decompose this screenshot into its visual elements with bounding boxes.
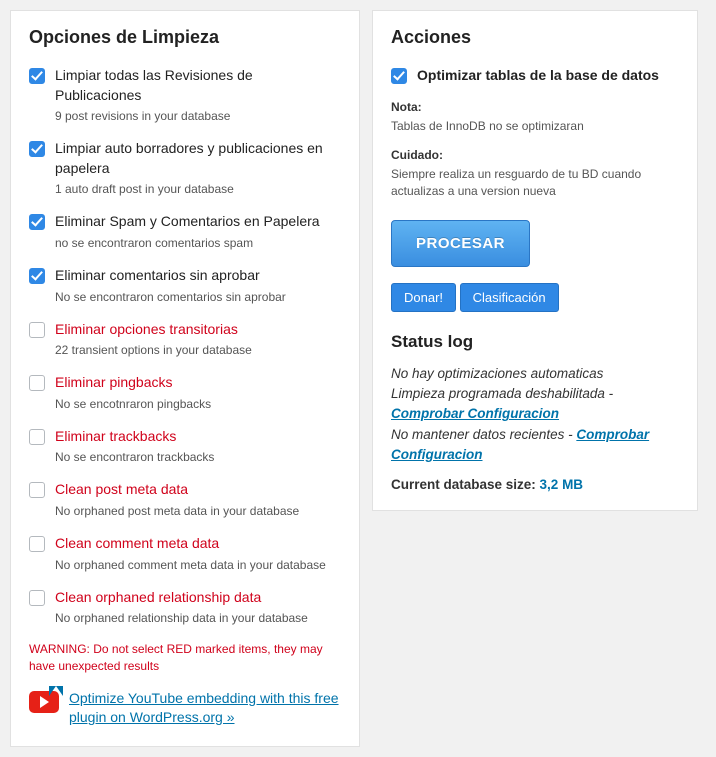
note-label: Nota: <box>391 100 679 114</box>
cleanup-option-text: Eliminar Spam y Comentarios en Papelera <box>55 212 320 232</box>
process-button[interactable]: PROCESAR <box>391 220 530 267</box>
status-log-title: Status log <box>391 332 679 352</box>
cleanup-option-checkbox[interactable] <box>29 141 45 157</box>
cleanup-option-label[interactable]: Eliminar comentarios sin aprobar <box>29 266 341 286</box>
cleanup-option-label[interactable]: Eliminar opciones transitorias <box>29 320 341 340</box>
cleanup-option-text: Eliminar opciones transitorias <box>55 320 238 340</box>
cleanup-option: Clean orphaned relationship data No orpha… <box>29 588 341 626</box>
cleanup-option-checkbox[interactable] <box>29 322 45 338</box>
promo-row: Optimize YouTube embedding with this fre… <box>29 689 341 728</box>
cleanup-option-checkbox[interactable] <box>29 536 45 552</box>
status-line-1: No hay optimizaciones automaticas <box>391 364 679 384</box>
youtube-icon <box>29 691 59 713</box>
donate-button[interactable]: Donar! <box>391 283 456 312</box>
cleanup-option: Eliminar Spam y Comentarios en Papelera n… <box>29 212 341 250</box>
caution-text: Siempre realiza un resguardo de tu BD cu… <box>391 166 679 200</box>
cleanup-option-label[interactable]: Clean comment meta data <box>29 534 341 554</box>
cleanup-option-desc: 22 transient options in your database <box>55 343 341 357</box>
cleanup-option: Eliminar pingbacks No se encotnraron ping… <box>29 373 341 411</box>
cleanup-option-checkbox[interactable] <box>29 482 45 498</box>
cleanup-option-desc: no se encontraron comentarios spam <box>55 236 341 250</box>
cleanup-option-desc: 9 post revisions in your database <box>55 109 341 123</box>
cleanup-option-checkbox[interactable] <box>29 429 45 445</box>
status-line-3: No mantener datos recientes - Comprobar … <box>391 425 679 466</box>
cleanup-option-label[interactable]: Limpiar todas las Revisiones de Publicac… <box>29 66 341 105</box>
cleanup-option-label[interactable]: Clean orphaned relationship data <box>29 588 341 608</box>
red-warning: WARNING: Do not select RED marked items,… <box>29 641 341 675</box>
cleanup-option: Eliminar comentarios sin aprobar No se en… <box>29 266 341 304</box>
cleanup-option: Limpiar auto borradores y publicaciones … <box>29 139 341 196</box>
cleanup-option-label[interactable]: Limpiar auto borradores y publicaciones … <box>29 139 341 178</box>
cleanup-option-text: Clean post meta data <box>55 480 188 500</box>
optimize-tables-label: Optimizar tablas de la base de datos <box>417 66 659 86</box>
cleanup-option: Clean post meta data No orphaned post met… <box>29 480 341 518</box>
cleanup-options-panel: Opciones de Limpieza Limpiar todas las R… <box>10 10 360 747</box>
cleanup-option: Clean comment meta data No orphaned comme… <box>29 534 341 572</box>
cleanup-option-text: Limpiar auto borradores y publicaciones … <box>55 139 341 178</box>
optimize-tables-checkbox[interactable] <box>391 68 407 84</box>
cleanup-option-text: Clean comment meta data <box>55 534 219 554</box>
cleanup-option-label[interactable]: Clean post meta data <box>29 480 341 500</box>
cleanup-option-label[interactable]: Eliminar Spam y Comentarios en Papelera <box>29 212 341 232</box>
actions-panel: Acciones Optimizar tablas de la base de … <box>372 10 698 511</box>
promo-link[interactable]: Optimize YouTube embedding with this fre… <box>69 689 341 728</box>
status-line-2: Limpieza programada deshabilitada - Comp… <box>391 384 679 425</box>
db-size-row: Current database size: 3,2 MB <box>391 477 679 492</box>
cleanup-option-desc: 1 auto draft post in your database <box>55 182 341 196</box>
cleanup-option-desc: No se encontraron comentarios sin aproba… <box>55 290 341 304</box>
optimize-tables-option[interactable]: Optimizar tablas de la base de datos <box>391 66 679 86</box>
cleanup-option-checkbox[interactable] <box>29 68 45 84</box>
cleanup-option-checkbox[interactable] <box>29 214 45 230</box>
cleanup-option-desc: No orphaned comment meta data in your da… <box>55 558 341 572</box>
cleanup-option-desc: No se encotnraron pingbacks <box>55 397 341 411</box>
cleanup-option-text: Clean orphaned relationship data <box>55 588 261 608</box>
cleanup-option-checkbox[interactable] <box>29 375 45 391</box>
check-config-link-1[interactable]: Comprobar Configuracion <box>391 406 559 421</box>
cleanup-option-label[interactable]: Eliminar trackbacks <box>29 427 341 447</box>
cleanup-option: Limpiar todas las Revisiones de Publicac… <box>29 66 341 123</box>
cleanup-option-text: Eliminar comentarios sin aprobar <box>55 266 260 286</box>
rating-button[interactable]: Clasificación <box>460 283 559 312</box>
cleanup-title: Opciones de Limpieza <box>29 27 341 48</box>
cleanup-option-desc: No orphaned relationship data in your da… <box>55 611 341 625</box>
cleanup-option-label[interactable]: Eliminar pingbacks <box>29 373 341 393</box>
cleanup-option-desc: No se encontraron trackbacks <box>55 450 341 464</box>
caution-label: Cuidado: <box>391 148 679 162</box>
cleanup-option-text: Limpiar todas las Revisiones de Publicac… <box>55 66 341 105</box>
actions-title: Acciones <box>391 27 679 48</box>
cleanup-option-checkbox[interactable] <box>29 590 45 606</box>
cleanup-option: Eliminar opciones transitorias 22 transie… <box>29 320 341 358</box>
db-size-value: 3,2 MB <box>540 477 584 492</box>
cleanup-option-text: Eliminar pingbacks <box>55 373 173 393</box>
cleanup-option: Eliminar trackbacks No se encontraron tra… <box>29 427 341 465</box>
cleanup-option-desc: No orphaned post meta data in your datab… <box>55 504 341 518</box>
note-text: Tablas de InnoDB no se optimizaran <box>391 118 679 135</box>
cleanup-option-checkbox[interactable] <box>29 268 45 284</box>
cleanup-option-text: Eliminar trackbacks <box>55 427 176 447</box>
